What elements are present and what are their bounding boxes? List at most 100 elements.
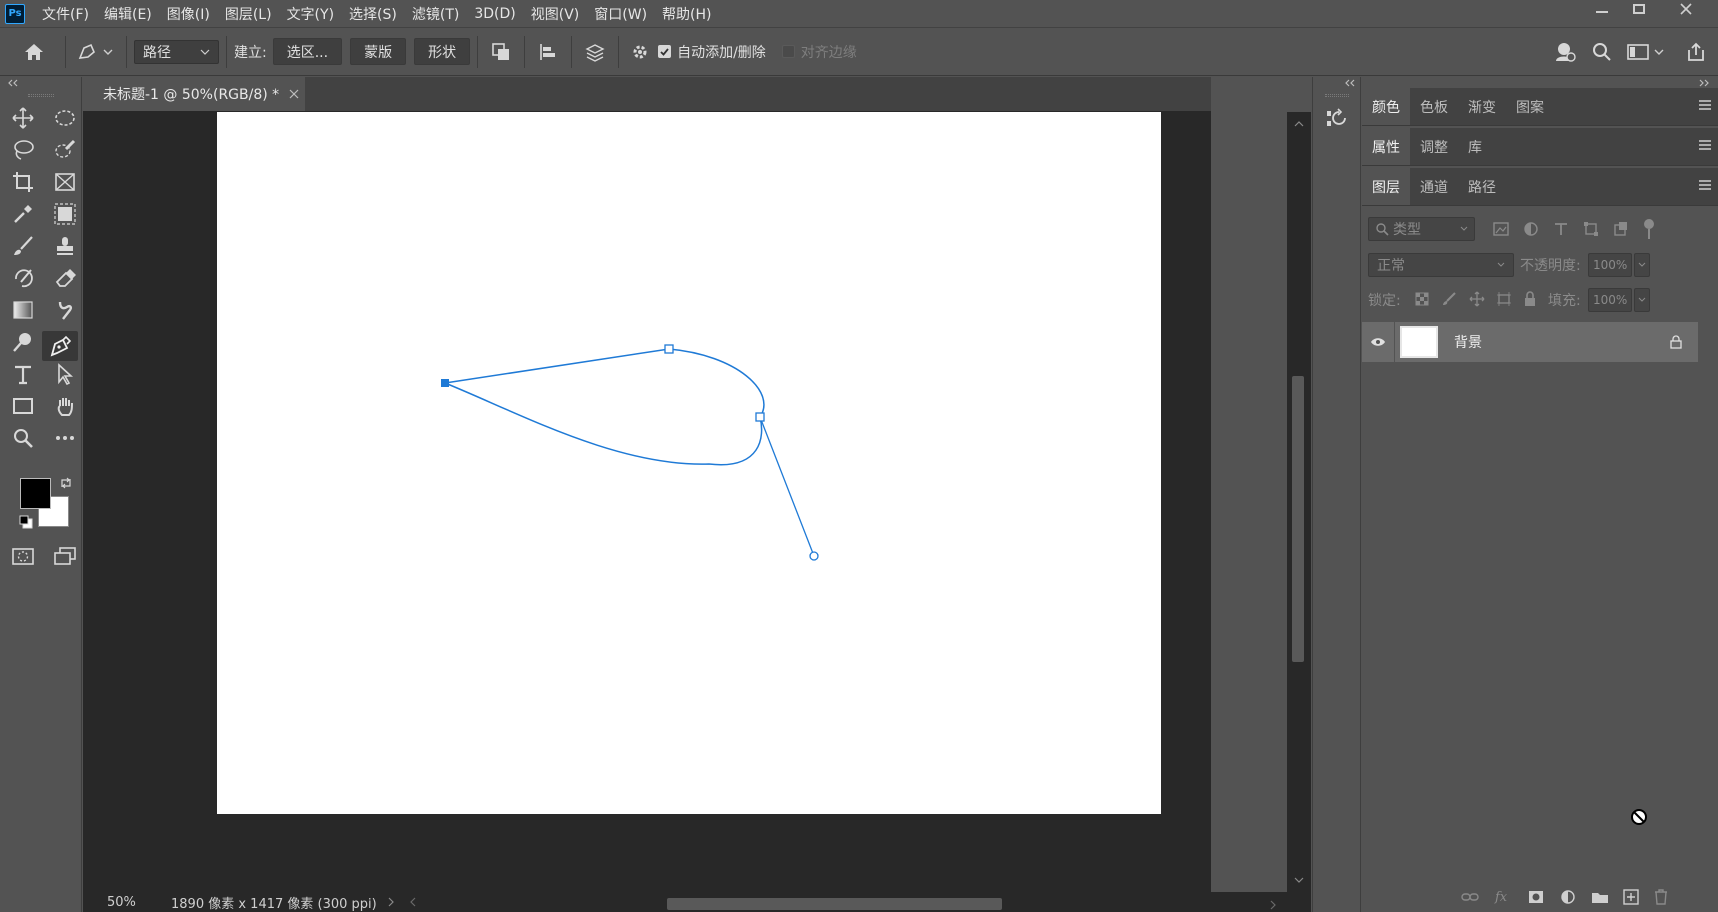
tab-patterns[interactable]: 图案 <box>1506 88 1554 125</box>
default-colors-icon[interactable] <box>19 515 33 529</box>
lock-transparent-pixels-icon[interactable] <box>1415 292 1429 306</box>
document-info[interactable]: 1890 像素 x 1417 像素 (300 ppi) <box>171 893 377 912</box>
panel-menu-icon[interactable] <box>1698 139 1712 151</box>
lock-artboard-icon[interactable] <box>1496 291 1512 307</box>
opacity-input[interactable]: 100% <box>1588 253 1632 277</box>
tab-layers[interactable]: 图层 <box>1362 168 1410 205</box>
panel-menu-icon[interactable] <box>1698 179 1712 191</box>
fill-slider-toggle[interactable] <box>1634 288 1650 312</box>
menu-help[interactable]: 帮助(H) <box>662 4 711 24</box>
tab-adjustments[interactable]: 调整 <box>1410 128 1458 165</box>
screen-mode-button[interactable] <box>49 542 81 570</box>
panel-grip[interactable] <box>1325 94 1349 97</box>
menu-edit[interactable]: 编辑(E) <box>104 4 152 24</box>
frame-tool[interactable] <box>49 168 81 196</box>
menu-3d[interactable]: 3D(D) <box>474 6 515 22</box>
edit-toolbar-button[interactable] <box>49 424 81 452</box>
lock-position-icon[interactable] <box>1469 291 1485 307</box>
anchor-point[interactable] <box>664 344 674 354</box>
canvas[interactable] <box>217 112 1161 814</box>
swap-colors-icon[interactable] <box>59 476 73 490</box>
scroll-down-icon[interactable] <box>1294 877 1304 883</box>
adjustment-layer-filter-icon[interactable] <box>1523 221 1539 237</box>
smudge-tool[interactable] <box>49 296 81 324</box>
tool-preset-picker[interactable] <box>73 36 119 68</box>
lasso-tool[interactable] <box>7 136 39 164</box>
collapse-double-chevron-icon[interactable] <box>1343 79 1357 87</box>
pen-tool[interactable] <box>42 331 78 361</box>
type-tool[interactable] <box>7 360 39 388</box>
panel-menu-icon[interactable] <box>1698 99 1712 111</box>
shape-layer-filter-icon[interactable] <box>1583 221 1599 237</box>
share-button[interactable] <box>1683 38 1709 66</box>
menu-view[interactable]: 视图(V) <box>531 4 580 24</box>
layer-visibility-toggle[interactable] <box>1362 322 1394 362</box>
layer-name[interactable]: 背景 <box>1454 332 1670 352</box>
tab-channels[interactable]: 通道 <box>1410 168 1458 205</box>
tab-paths[interactable]: 路径 <box>1458 168 1506 205</box>
tab-properties[interactable]: 属性 <box>1362 128 1410 165</box>
eraser-tool[interactable] <box>49 264 81 292</box>
eyedropper-tool[interactable] <box>7 200 39 228</box>
fill-input[interactable]: 100% <box>1588 288 1632 312</box>
path-alignment-button[interactable] <box>532 36 564 68</box>
object-selection-tool[interactable] <box>49 200 81 228</box>
layer-row-background[interactable]: 背景 <box>1362 322 1698 362</box>
move-tool[interactable] <box>7 104 39 132</box>
layer-thumbnail[interactable] <box>1400 326 1438 358</box>
menu-file[interactable]: 文件(F) <box>42 4 89 24</box>
search-button[interactable] <box>1589 38 1615 66</box>
layer-filter-select[interactable]: 类型 <box>1368 217 1475 241</box>
scroll-left-icon[interactable] <box>409 897 417 907</box>
anchor-point-selected[interactable] <box>441 379 449 387</box>
menu-layer[interactable]: 图层(L) <box>225 4 272 24</box>
learn-button[interactable] <box>1552 38 1578 66</box>
zoom-tool[interactable] <box>7 424 39 452</box>
menu-select[interactable]: 选择(S) <box>349 4 397 24</box>
pen-mode-select[interactable]: 路径 <box>134 39 219 64</box>
quick-selection-tool[interactable] <box>49 136 81 164</box>
path-selection-tool[interactable] <box>49 360 81 388</box>
rectangle-tool[interactable] <box>7 392 39 420</box>
delete-layer-trash-icon[interactable] <box>1654 889 1668 905</box>
layer-style-fx-icon[interactable]: fx <box>1494 889 1512 905</box>
tab-libraries[interactable]: 库 <box>1458 128 1492 165</box>
layer-lock-icon[interactable] <box>1670 335 1682 349</box>
close-tab-icon[interactable] <box>289 89 299 99</box>
path-arrangement-button[interactable] <box>579 36 611 68</box>
scroll-right-icon[interactable] <box>1269 900 1277 910</box>
align-edges-checkbox[interactable] <box>781 45 795 58</box>
scroll-up-icon[interactable] <box>1294 121 1304 127</box>
panel-grip[interactable] <box>28 94 54 97</box>
direction-handle[interactable] <box>809 551 819 561</box>
menu-type[interactable]: 文字(Y) <box>287 4 334 24</box>
filter-toggle-icon[interactable] <box>1644 219 1654 229</box>
collapse-double-chevron-icon[interactable] <box>6 79 20 87</box>
history-panel-button[interactable] <box>1321 104 1353 134</box>
menu-image[interactable]: 图像(I) <box>167 4 210 24</box>
marquee-tool[interactable] <box>49 104 81 132</box>
pen-settings-button[interactable] <box>626 36 654 68</box>
add-mask-icon[interactable] <box>1528 890 1544 904</box>
brush-tool[interactable] <box>7 232 39 260</box>
foreground-color-swatch[interactable] <box>20 478 51 509</box>
pixel-layer-filter-icon[interactable] <box>1493 221 1509 237</box>
blend-mode-select[interactable]: 正常 <box>1368 253 1514 277</box>
type-layer-filter-icon[interactable] <box>1553 221 1569 237</box>
quick-mask-button[interactable] <box>7 542 39 570</box>
stamp-tool[interactable] <box>49 232 81 260</box>
expand-double-chevron-icon[interactable] <box>1697 79 1711 87</box>
new-layer-icon[interactable] <box>1623 889 1639 905</box>
crop-tool[interactable] <box>7 168 39 196</box>
gradient-tool[interactable] <box>7 296 39 324</box>
tab-gradients[interactable]: 渐变 <box>1458 88 1506 125</box>
tab-swatches[interactable]: 色板 <box>1410 88 1458 125</box>
new-adjustment-layer-icon[interactable] <box>1560 889 1576 905</box>
lock-all-icon[interactable] <box>1523 291 1537 307</box>
make-mask-button[interactable]: 蒙版 <box>350 38 407 65</box>
smart-object-filter-icon[interactable] <box>1613 221 1629 237</box>
close-window-button[interactable] <box>1664 0 1708 18</box>
path-operations-button[interactable] <box>485 36 517 68</box>
new-group-folder-icon[interactable] <box>1591 890 1609 904</box>
make-shape-button[interactable]: 形状 <box>414 38 471 65</box>
